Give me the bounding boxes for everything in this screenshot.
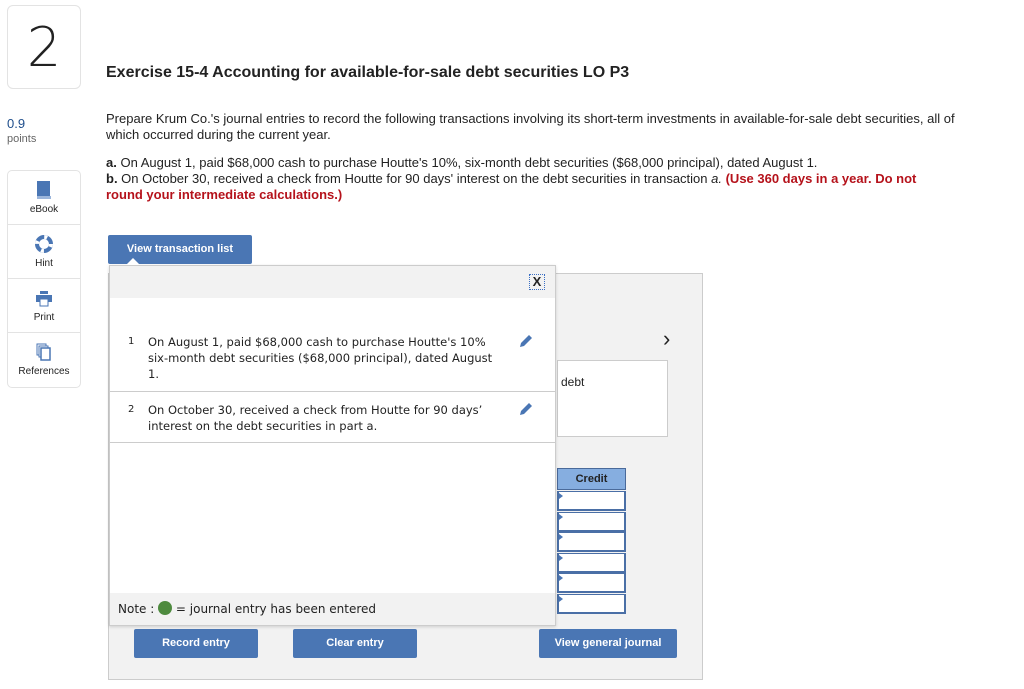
transaction-text: On October 30, received a check from Hou… xyxy=(148,403,483,433)
clear-entry-button[interactable]: Clear entry xyxy=(293,629,417,658)
popup-pointer xyxy=(126,258,140,265)
lifebuoy-icon xyxy=(35,235,53,253)
note-text: = journal entry has been entered xyxy=(172,602,376,616)
entered-indicator-icon xyxy=(158,601,173,615)
hint-button[interactable]: Hint xyxy=(8,225,80,279)
label-a: a. xyxy=(106,155,117,170)
description-text: debt xyxy=(561,375,585,389)
transaction-row[interactable]: 2 On October 30, received a check from H… xyxy=(110,392,555,443)
print-button[interactable]: Print xyxy=(8,279,80,333)
close-icon[interactable]: X xyxy=(529,274,545,290)
tool-panel: eBook Hint Print References xyxy=(7,170,81,388)
points-label: points xyxy=(7,133,37,145)
transaction-a: a. On August 1, paid $68,000 cash to pur… xyxy=(106,155,956,171)
pencil-icon[interactable] xyxy=(517,332,535,350)
intro-text: Prepare Krum Co.'s journal entries to re… xyxy=(106,111,955,142)
copy-icon xyxy=(36,343,51,361)
credit-input[interactable] xyxy=(557,594,626,614)
note-prefix: Note : xyxy=(118,602,159,616)
tool-label: eBook xyxy=(29,204,59,215)
credit-input[interactable] xyxy=(557,491,626,511)
transaction-text: On August 1, paid $68,000 cash to purcha… xyxy=(148,335,493,381)
transaction-description: debt xyxy=(557,360,668,437)
points-value: 0.9 xyxy=(7,116,26,131)
printer-icon xyxy=(36,291,52,307)
book-icon xyxy=(37,181,51,199)
points: 0.9 points xyxy=(7,116,36,145)
references-button[interactable]: References xyxy=(8,333,80,387)
text-b: On October 30, received a check from Hou… xyxy=(117,171,712,186)
transaction-number: 1 xyxy=(128,336,135,347)
transaction-number: 2 xyxy=(128,404,135,415)
credit-input[interactable] xyxy=(557,512,626,532)
record-entry-button[interactable]: Record entry xyxy=(134,629,258,658)
pencil-icon[interactable] xyxy=(517,400,535,418)
tool-label: References xyxy=(18,366,70,377)
credit-input[interactable] xyxy=(557,553,626,573)
credit-header: Credit xyxy=(557,468,626,490)
transaction-b: b. On October 30, received a check from … xyxy=(106,171,956,203)
next-arrow[interactable]: › xyxy=(663,326,670,352)
exercise-title: Exercise 15-4 Accounting for available-f… xyxy=(106,64,630,81)
label-b: b. xyxy=(106,171,118,186)
ebook-button[interactable]: eBook xyxy=(8,171,80,225)
legend-note: Note : = journal entry has been entered xyxy=(110,593,555,625)
transaction-list-popup: X 1 On August 1, paid $68,000 cash to pu… xyxy=(109,265,556,626)
view-general-journal-button[interactable]: View general journal xyxy=(539,629,677,658)
credit-input[interactable] xyxy=(557,532,626,552)
tool-label: Hint xyxy=(35,258,53,269)
text-b-ref: a. xyxy=(711,171,722,186)
text-a: On August 1, paid $68,000 cash to purcha… xyxy=(116,155,818,170)
exercise-instructions: Prepare Krum Co.'s journal entries to re… xyxy=(106,111,956,203)
tool-label: Print xyxy=(33,312,55,323)
credit-input[interactable] xyxy=(557,573,626,593)
popup-header: X xyxy=(110,266,555,298)
question-number: 2 xyxy=(7,5,81,89)
transaction-row[interactable]: 1 On August 1, paid $68,000 cash to purc… xyxy=(110,298,555,392)
